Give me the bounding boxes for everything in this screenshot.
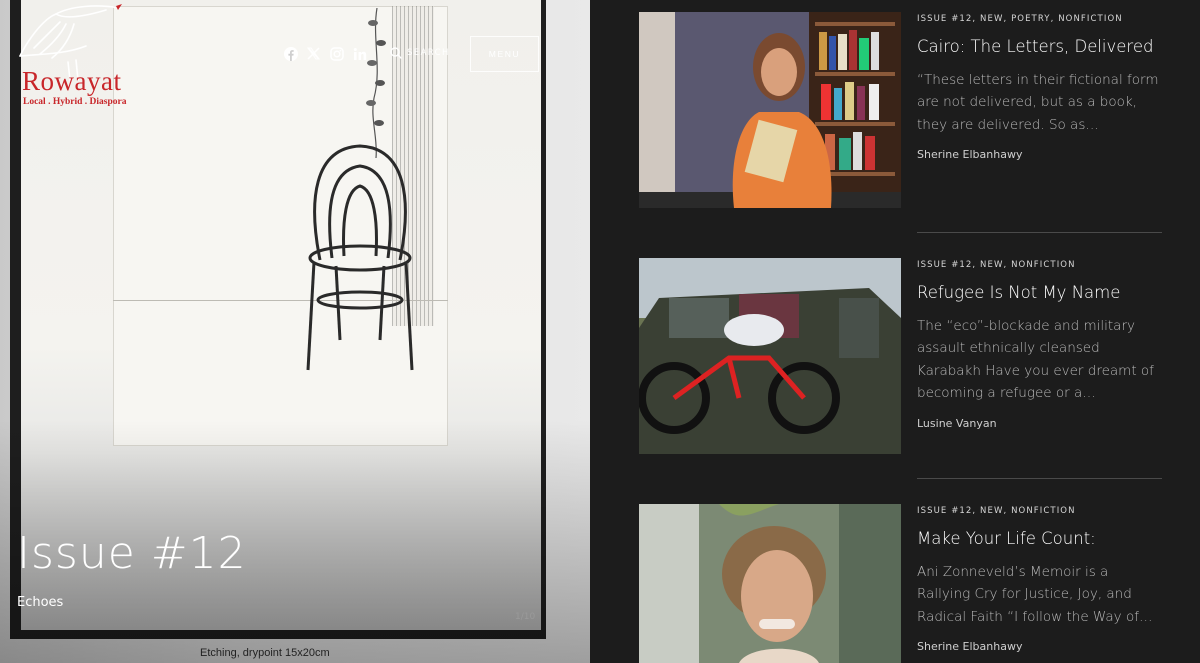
article-meta: ISSUE #12, NEW, POETRY, NONFICTION Cairo…	[917, 14, 1162, 161]
logo-tagline: Local . Hybrid . Diaspora	[23, 97, 127, 107]
instagram-icon[interactable]	[329, 46, 344, 61]
article-thumbnail[interactable]	[639, 504, 901, 663]
article-categories[interactable]: ISSUE #12, NEW, NONFICTION	[917, 260, 1162, 270]
social-links	[283, 46, 367, 61]
edition-mark: 1/10	[515, 612, 536, 622]
search-label: SEARCH	[407, 48, 450, 58]
logo-wordmark: Rowayat	[22, 66, 122, 96]
hero-title[interactable]: Issue #12	[17, 528, 247, 579]
article-divider	[917, 232, 1162, 233]
article-author[interactable]: Sherine Elbanhawy	[917, 640, 1162, 653]
x-icon[interactable]	[306, 46, 321, 61]
plant-illustration	[366, 8, 386, 158]
article-categories[interactable]: ISSUE #12, NEW, NONFICTION	[917, 506, 1162, 516]
linkedin-icon[interactable]	[352, 46, 367, 61]
article-title[interactable]: Cairo: The Letters, Delivered	[917, 37, 1162, 57]
article-title[interactable]: Refugee Is Not My Name	[917, 283, 1162, 303]
article-title[interactable]: Make Your Life Count:	[917, 529, 1162, 549]
hero-caption: Etching, drypoint 15x20cm	[200, 647, 330, 659]
article-thumbnail[interactable]	[639, 12, 901, 208]
article-list: ISSUE #12, NEW, POETRY, NONFICTION Cairo…	[590, 0, 1200, 663]
article-divider	[917, 478, 1162, 479]
article-author[interactable]: Lusine Vanyan	[917, 417, 1162, 430]
article-author[interactable]: Sherine Elbanhawy	[917, 148, 1162, 161]
search-icon	[390, 47, 402, 59]
chair-illustration	[306, 144, 414, 371]
article-categories[interactable]: ISSUE #12, NEW, POETRY, NONFICTION	[917, 14, 1162, 24]
menu-button[interactable]: MENU	[470, 36, 539, 72]
site-logo[interactable]: Rowayat Local . Hybrid . Diaspora	[14, 2, 134, 112]
facebook-icon[interactable]	[283, 46, 298, 61]
article-excerpt: “These letters in their fictional form a…	[917, 71, 1159, 133]
search-button[interactable]: SEARCH	[390, 47, 450, 59]
article-meta: ISSUE #12, NEW, NONFICTION Make Your Lif…	[917, 506, 1162, 653]
article-excerpt: Ani Zonneveld’s Memoir is a Rallying Cry…	[917, 563, 1153, 625]
article-thumbnail[interactable]	[639, 258, 901, 454]
article-meta: ISSUE #12, NEW, NONFICTION Refugee Is No…	[917, 260, 1162, 430]
article-excerpt: The “eco”-blockade and military assault …	[917, 317, 1154, 402]
hero-subtitle: Echoes	[17, 595, 64, 610]
